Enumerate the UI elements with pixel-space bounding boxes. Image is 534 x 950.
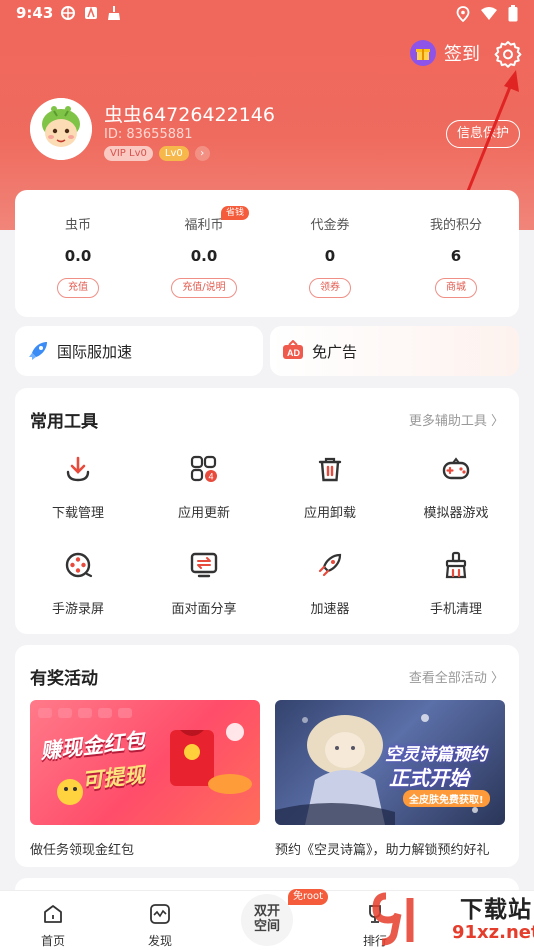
settings-gear-icon[interactable] <box>494 40 522 68</box>
tool-label: 加速器 <box>310 602 350 617</box>
reward-events-card: 有奖活动 查看全部活动 〉 赚现金红包 可提现 空灵诗篇预约 正式开始 全皮肤免… <box>15 645 519 867</box>
tool-label: 面对面分享 <box>171 602 237 617</box>
stat-value: 0.0 <box>64 247 92 265</box>
tool-phone-clean[interactable]: 手机清理 <box>393 544 519 640</box>
intl-accelerate-card[interactable]: 国际服加速 <box>15 326 263 376</box>
tool-label: 手机清理 <box>429 602 482 617</box>
broom-status-icon <box>108 6 120 20</box>
recharge-button[interactable]: 充值 <box>57 278 99 298</box>
user-badges: VIP Lv0 Lv0 › <box>104 146 210 161</box>
banner2-line2: 正式开始 <box>389 766 469 790</box>
tool-label: 模拟器游戏 <box>423 506 489 521</box>
dual-space-button[interactable]: 双开 空间 <box>241 894 293 946</box>
app-update-icon: 4 <box>190 455 217 482</box>
tool-face-share[interactable]: 面对面分享 <box>141 544 267 640</box>
gift-icon <box>410 40 436 66</box>
tool-app-uninstall[interactable]: 应用卸载 <box>267 448 393 544</box>
user-id: ID: 83655881 <box>104 127 193 142</box>
tab-discover[interactable]: 发现 <box>130 903 190 949</box>
tools-title: 常用工具 <box>30 412 98 432</box>
no-root-tag: 免root <box>288 889 329 905</box>
stat-vouchers: 代金券 0 领券 <box>267 190 393 317</box>
battery-icon <box>508 5 518 22</box>
status-time: 9:43 <box>16 4 54 22</box>
stat-welfare-coins: 省钱 福利币 0.0 充值/说明 <box>141 190 267 317</box>
chevron-right-icon[interactable]: › <box>194 146 210 161</box>
tool-download-manager[interactable]: 下载管理 <box>15 448 141 544</box>
events-title: 有奖活动 <box>30 669 98 689</box>
tab-home[interactable]: 首页 <box>23 903 83 949</box>
stat-label: 虫币 <box>64 218 91 233</box>
stat-label: 我的积分 <box>429 218 482 233</box>
tool-app-update[interactable]: 4 应用更新 <box>141 448 267 544</box>
tool-screen-record[interactable]: 手游录屏 <box>15 544 141 640</box>
tab-discover-label: 发现 <box>147 934 172 948</box>
sign-in-button[interactable]: 签到 <box>410 40 480 66</box>
rocket-icon <box>318 553 342 577</box>
stat-label: 福利币 <box>184 218 224 233</box>
stat-value: 0.0 <box>190 247 218 265</box>
common-tools-card: 常用工具 更多辅助工具 〉 下载管理 4 应用更新 应用卸载 模拟器游戏 手游录… <box>15 388 519 634</box>
stat-points: 我的积分 6 商城 <box>393 190 519 317</box>
rocket-icon <box>29 342 47 360</box>
stat-label: 代金券 <box>310 218 350 233</box>
stat-coins: 虫币 0.0 充值 <box>15 190 141 317</box>
broom-icon <box>445 551 467 579</box>
gamepad-icon <box>442 457 470 480</box>
wifi-icon <box>481 7 497 20</box>
level-badge[interactable]: Lv0 <box>158 146 189 161</box>
tool-label: 应用卸载 <box>303 506 356 521</box>
share-icon <box>190 552 218 578</box>
dual-space-line2: 空间 <box>253 919 280 934</box>
ad-free-card[interactable]: AD 免广告 <box>270 326 519 376</box>
all-events-link[interactable]: 查看全部活动 〉 <box>409 667 504 686</box>
watermark-text: 下载站 <box>460 897 532 923</box>
location-icon <box>456 5 470 22</box>
bug-mascot-icon <box>30 98 92 160</box>
tool-label: 应用更新 <box>177 506 230 521</box>
banner2-caption[interactable]: 预约《空灵诗篇》，助力解锁预约好礼 <box>275 839 505 858</box>
tool-label: 下载管理 <box>51 506 104 521</box>
banner2-line3: 全皮肤免费获取! <box>403 790 490 807</box>
stat-value: 0 <box>324 247 336 265</box>
home-icon <box>44 905 62 923</box>
network-icon <box>61 6 75 20</box>
app-a-icon <box>85 6 97 19</box>
wallet-stats-card: 虫币 0.0 充值 省钱 福利币 0.0 充值/说明 代金券 0 领券 我的积分… <box>15 190 519 317</box>
tool-emulator-games[interactable]: 模拟器游戏 <box>393 448 519 544</box>
user-name: 虫虫64726422146 <box>104 104 275 126</box>
recharge-info-button[interactable]: 充值/说明 <box>171 278 237 298</box>
avatar[interactable] <box>30 98 92 160</box>
more-tools-link[interactable]: 更多辅助工具 〉 <box>409 410 504 429</box>
claim-voucher-button[interactable]: 领券 <box>309 278 351 298</box>
vip-badge[interactable]: VIP Lv0 <box>104 146 153 161</box>
intl-accelerate-label: 国际服加速 <box>57 342 133 361</box>
ad-block-icon: AD <box>283 340 303 359</box>
info-protect-button[interactable]: 信息保护 <box>446 120 520 148</box>
cash-redpacket-banner[interactable]: 赚现金红包 可提现 <box>30 700 260 825</box>
sign-in-label: 签到 <box>444 44 480 65</box>
watermark-url: 91xz.net <box>452 922 534 943</box>
tool-accelerator[interactable]: 加速器 <box>267 544 393 640</box>
svg-text:4: 4 <box>209 472 214 482</box>
mall-button[interactable]: 商城 <box>435 278 477 298</box>
discover-icon <box>150 904 170 924</box>
dual-space-line1: 双开 <box>253 904 280 919</box>
ad-free-label: 免广告 <box>312 342 358 361</box>
trash-icon <box>318 457 342 482</box>
tab-home-label: 首页 <box>40 934 65 948</box>
download-icon <box>66 456 90 482</box>
stat-value: 6 <box>450 247 462 265</box>
svg-text:AD: AD <box>287 348 300 358</box>
game-preorder-banner[interactable]: 空灵诗篇预约 正式开始 全皮肤免费获取! <box>275 700 505 825</box>
banner1-caption[interactable]: 做任务领现金红包 <box>30 839 260 858</box>
save-money-tag: 省钱 <box>221 206 250 220</box>
status-bar: 9:43 <box>0 0 534 28</box>
tool-label: 手游录屏 <box>51 602 104 617</box>
film-reel-icon <box>65 552 93 578</box>
